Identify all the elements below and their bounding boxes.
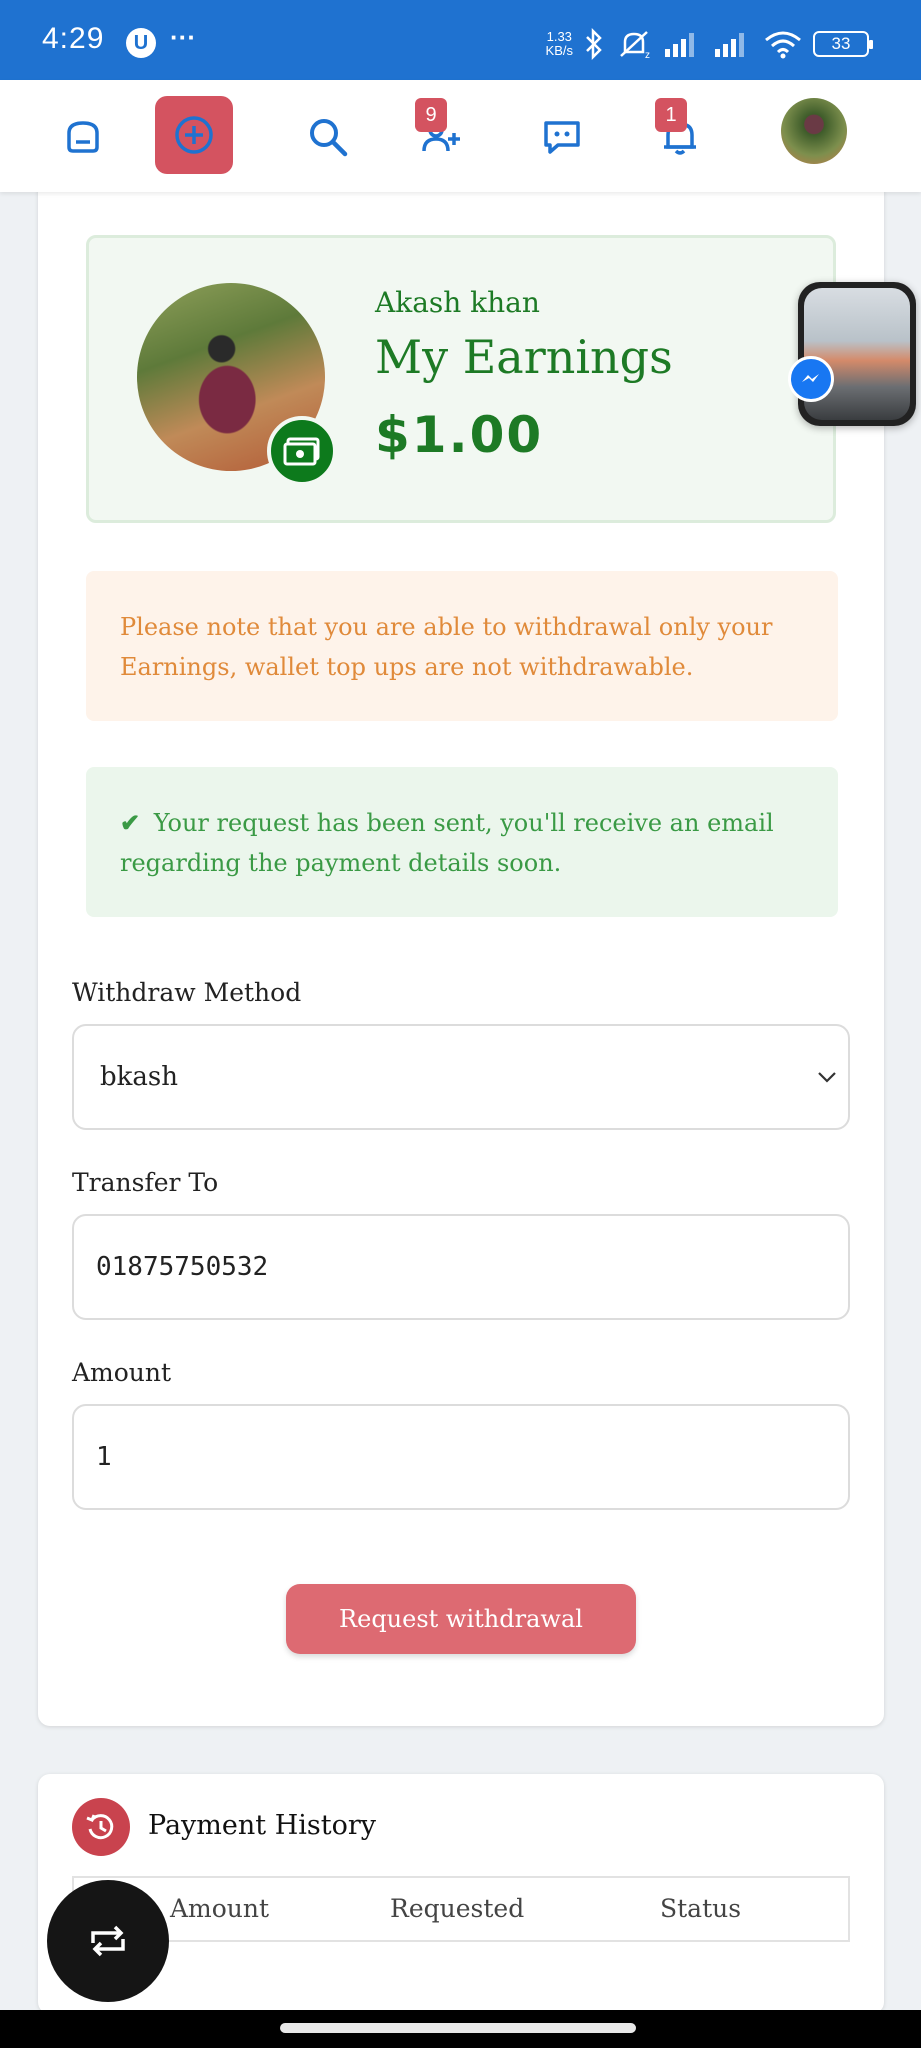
transfer-to-label: Transfer To (72, 1168, 219, 1197)
bluetooth-icon (586, 28, 602, 60)
withdrawal-notice: Please note that you are able to withdra… (86, 571, 838, 721)
repost-fab[interactable] (47, 1880, 169, 2002)
checkmark-icon: ✔ (120, 808, 141, 837)
transfer-to-value: 01875750532 (96, 1252, 269, 1282)
plus-circle-icon (175, 116, 213, 154)
messages-icon[interactable] (527, 102, 597, 172)
friend-requests-badge: 9 (415, 98, 447, 132)
history-icon (72, 1798, 130, 1856)
column-header-status: Status (660, 1894, 742, 1923)
success-alert: ✔ Your request has been sent, you'll rec… (86, 767, 838, 917)
payment-history-title: Payment History (148, 1810, 377, 1841)
home-icon[interactable] (48, 102, 118, 172)
amount-input[interactable]: 1 (72, 1404, 850, 1510)
request-withdrawal-button[interactable]: Request withdrawal (286, 1584, 636, 1654)
svg-text:z: z (645, 50, 650, 60)
network-speed-unit: KB/s (545, 43, 573, 58)
column-header-requested: Requested (390, 1894, 525, 1923)
profile-avatar[interactable] (781, 98, 847, 164)
mute-icon: z (620, 31, 650, 60)
chevron-down-icon (818, 1072, 836, 1083)
amount-label: Amount (72, 1358, 172, 1387)
more-notifications-icon: ··· (170, 22, 196, 52)
network-speed-value: 1.33 (546, 29, 572, 44)
payment-history-table: # Amount Requested Status (72, 1876, 850, 1942)
home-gesture-handle[interactable] (280, 2023, 636, 2033)
network-speed: 1.33 KB/s (546, 30, 573, 58)
status-time: 4:29 (42, 22, 105, 55)
signal-2-icon (715, 33, 744, 57)
battery-icon: 33 (813, 31, 873, 57)
chat-head[interactable] (798, 282, 916, 426)
status-bar: 4:29 U ··· 1.33 KB/s z 33 (0, 0, 921, 80)
repeat-icon (91, 1925, 125, 1957)
friend-requests-button[interactable]: 9 (405, 98, 475, 172)
earnings-summary: Akash khan My Earnings $1.00 (86, 235, 836, 523)
notification-u-icon: U (126, 28, 156, 58)
wifi-icon (765, 31, 801, 59)
earnings-title: My Earnings (375, 330, 673, 384)
notifications-button[interactable]: 1 (645, 98, 715, 172)
transfer-to-input[interactable]: 01875750532 (72, 1214, 850, 1320)
messenger-icon (788, 356, 834, 402)
money-icon (267, 416, 337, 486)
user-name: Akash khan (375, 286, 540, 319)
status-indicators: 1.33 KB/s z 33 (546, 24, 873, 64)
search-icon[interactable] (293, 102, 363, 172)
signal-icon (665, 33, 694, 57)
create-post-button[interactable] (155, 96, 233, 174)
amount-value: 1 (96, 1442, 112, 1472)
payment-history-card: Payment History # Amount Requested Statu… (38, 1774, 884, 2014)
notifications-badge: 1 (655, 98, 687, 132)
app-header: 9 1 (0, 80, 921, 192)
earnings-card: Akash khan My Earnings $1.00 Please note… (38, 180, 884, 1726)
system-navigation-bar (0, 2010, 921, 2048)
earnings-amount: $1.00 (375, 406, 544, 464)
withdraw-method-value: bkash (100, 1062, 178, 1092)
success-message: Your request has been sent, you'll recei… (120, 809, 774, 877)
column-header-amount: Amount (170, 1894, 270, 1923)
withdraw-method-select[interactable]: bkash (72, 1024, 850, 1130)
withdraw-method-label: Withdraw Method (72, 978, 302, 1007)
